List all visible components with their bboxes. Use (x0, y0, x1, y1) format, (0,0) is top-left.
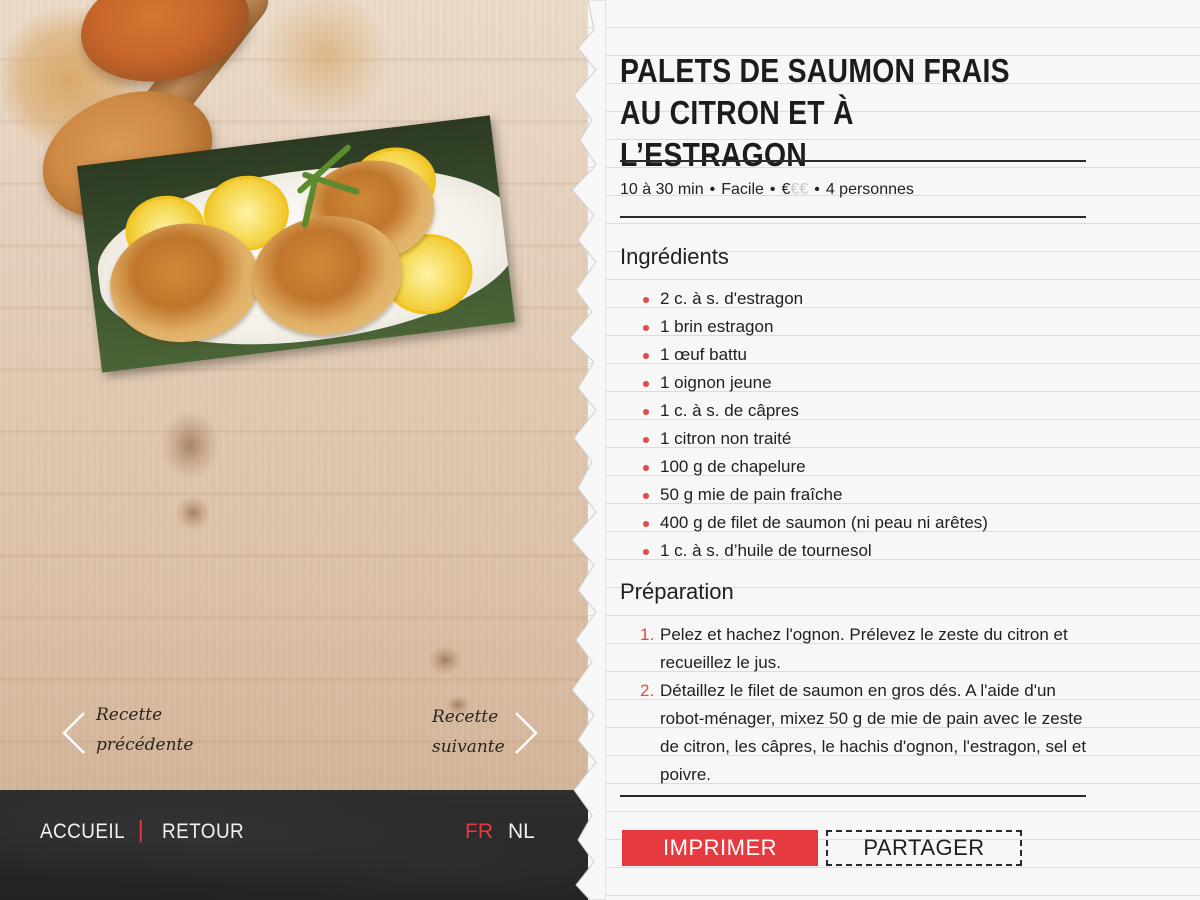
step-text: Pelez et hachez l'ognon. Prélevez le zes… (660, 625, 1068, 672)
print-button[interactable]: IMPRIMER (622, 830, 818, 866)
wood-knot (160, 410, 220, 480)
ingredients-list: 2 c. à s. d'estragon 1 brin estragon 1 œ… (640, 285, 988, 565)
next-recipe-link[interactable]: Recette suivante (432, 702, 505, 762)
list-item: 400 g de filet de saumon (ni peau ni arê… (640, 509, 988, 537)
ingredients-heading: Ingrédients (620, 244, 729, 269)
preparation-heading: Préparation (620, 579, 734, 604)
list-item: 1 œuf battu (640, 341, 988, 369)
previous-recipe-line1: Recette (96, 705, 163, 725)
step-number: 1. (640, 625, 655, 644)
divider (620, 216, 1086, 218)
language-fr[interactable]: FR (465, 820, 493, 844)
chevron-left-icon[interactable] (60, 710, 88, 756)
price-level-inactive: €€ (790, 181, 809, 198)
language-nl[interactable]: NL (508, 820, 535, 844)
difficulty: Facile (721, 181, 764, 198)
meta-separator: • (769, 181, 776, 198)
back-link[interactable]: RETOUR (162, 820, 244, 844)
recipe-title: Palets de saumon frais au citron et à l’… (620, 52, 1010, 173)
list-item: 1 brin estragon (640, 313, 988, 341)
spice-pile (250, 0, 400, 120)
step-text: Détaillez le filet de saumon en gros dés… (660, 681, 1087, 784)
preparation-steps: 1. Pelez et hachez l'ognon. Prélevez le … (640, 621, 1090, 789)
list-item: 100 g de chapelure (640, 453, 988, 481)
wooden-table-background: Recette précédente Recette suivante (0, 0, 600, 790)
torn-paper-edge (569, 0, 606, 900)
divider (620, 795, 1086, 797)
next-recipe-line2: suivante (432, 737, 505, 757)
step-item: 1. Pelez et hachez l'ognon. Prélevez le … (640, 621, 1090, 677)
previous-recipe-link[interactable]: Recette précédente (96, 700, 193, 760)
footer-bar: ACCUEIL | RETOUR FR NL (0, 790, 600, 900)
footer-separator: | (137, 818, 145, 843)
list-item: 2 c. à s. d'estragon (640, 285, 988, 313)
list-item: 50 g mie de pain fraîche (640, 481, 988, 509)
list-item: 1 citron non traité (640, 425, 988, 453)
list-item: 1 oignon jeune (640, 369, 988, 397)
prep-time: 10 à 30 min (620, 181, 704, 198)
recipe-meta: 10 à 30 min • Facile • €€€ • 4 personnes (620, 181, 914, 199)
servings: 4 personnes (825, 181, 914, 198)
previous-recipe-line2: précédente (96, 735, 194, 755)
chevron-right-icon[interactable] (512, 710, 540, 756)
divider (620, 160, 1086, 162)
list-item: 1 c. à s. d’huile de tournesol (640, 537, 988, 565)
step-number: 2. (640, 681, 655, 700)
share-button[interactable]: PARTAGER (826, 830, 1022, 866)
home-link[interactable]: ACCUEIL (40, 820, 125, 844)
meta-separator: • (709, 181, 716, 198)
wood-knot (175, 495, 211, 531)
wood-knot (428, 645, 462, 675)
meta-separator: • (814, 181, 820, 198)
step-item: 2. Détaillez le filet de saumon en gros … (640, 677, 1090, 789)
list-item: 1 c. à s. de câpres (640, 397, 988, 425)
next-recipe-line1: Recette (432, 707, 499, 727)
